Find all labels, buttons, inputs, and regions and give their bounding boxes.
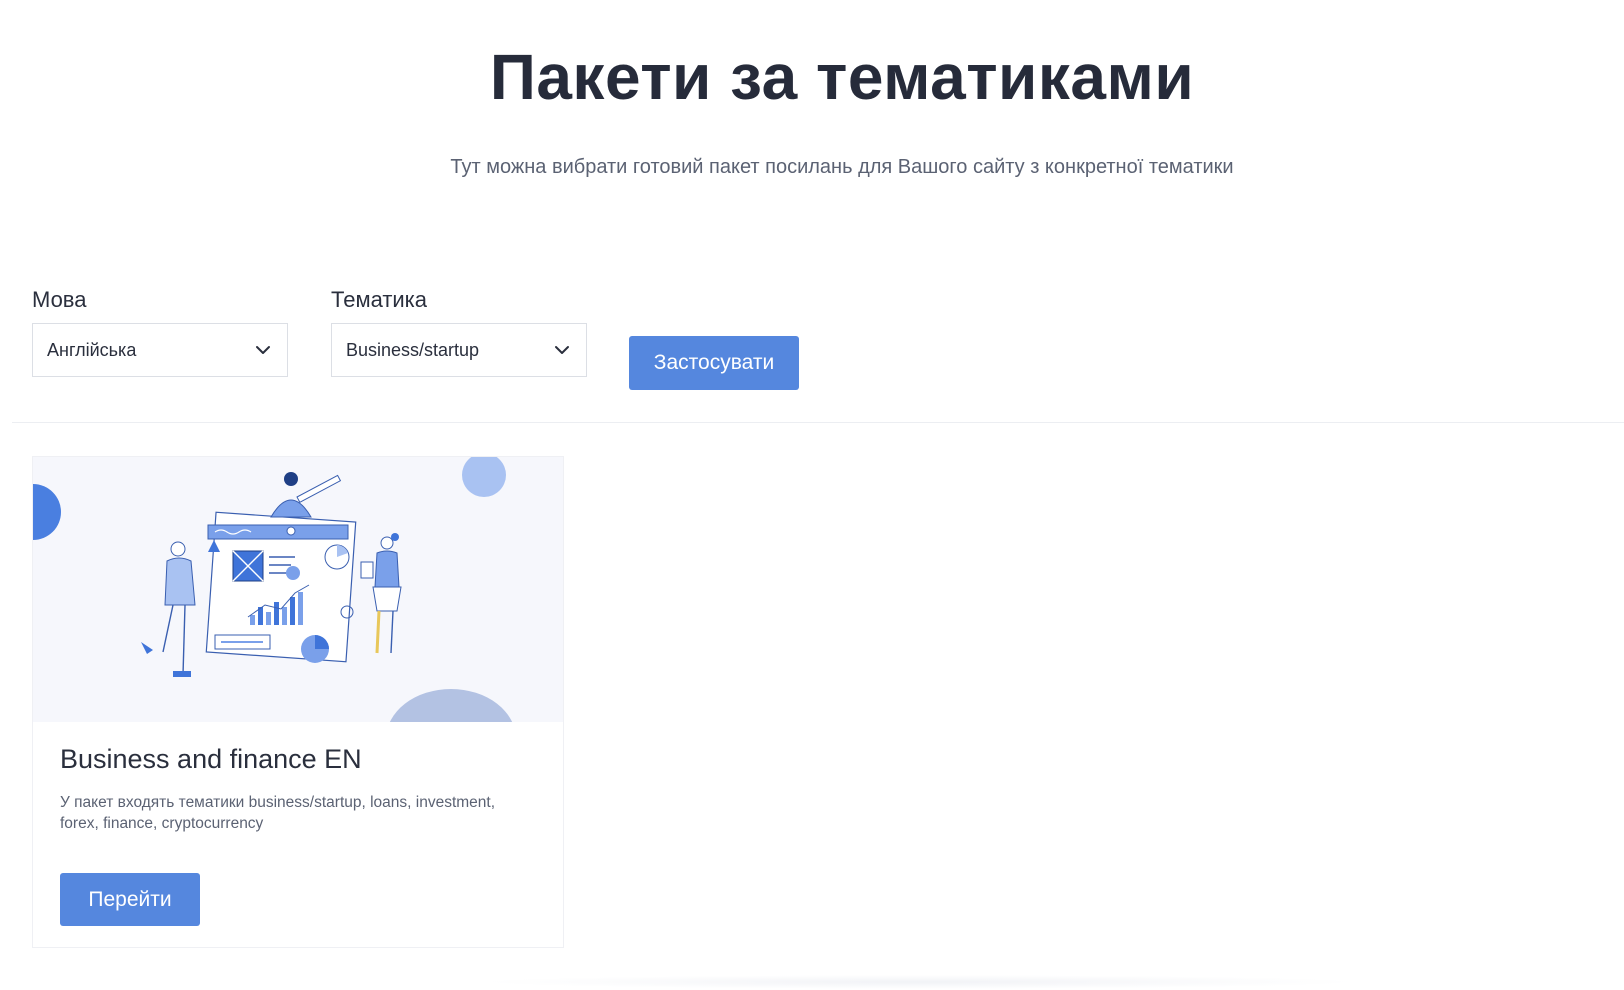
topic-label: Тематика bbox=[331, 287, 428, 312]
business-team-illustration-icon bbox=[33, 457, 513, 722]
chevron-down-icon bbox=[256, 346, 270, 354]
page-subtitle: Тут можна вибрати готовий пакет посилань… bbox=[450, 156, 1234, 178]
language-select[interactable]: Англійська bbox=[32, 323, 288, 377]
topic-select[interactable]: Business/startup bbox=[331, 323, 587, 377]
language-select-value: Англійська bbox=[47, 339, 137, 360]
go-to-package-button[interactable]: Перейти bbox=[60, 873, 200, 926]
topic-filter: Тематика Business/startup bbox=[331, 287, 587, 377]
package-card: Business and finance EN У пакет входять … bbox=[32, 456, 564, 948]
language-label: Мова bbox=[32, 287, 87, 312]
page-title: Пакети за тематиками bbox=[489, 41, 1195, 113]
language-filter: Мова Англійська bbox=[32, 287, 288, 377]
package-description: У пакет входять тематики business/startu… bbox=[60, 794, 496, 832]
page: Пакети за тематиками Тут можна вибрати г… bbox=[0, 0, 1624, 990]
chevron-down-icon bbox=[555, 346, 569, 354]
apply-button[interactable]: Застосувати bbox=[629, 336, 799, 390]
next-card-shadow bbox=[480, 975, 1360, 989]
topic-select-value: Business/startup bbox=[346, 339, 480, 360]
package-title: Business and finance EN bbox=[60, 744, 362, 774]
section-divider bbox=[12, 422, 1624, 423]
package-card-image bbox=[33, 457, 563, 722]
